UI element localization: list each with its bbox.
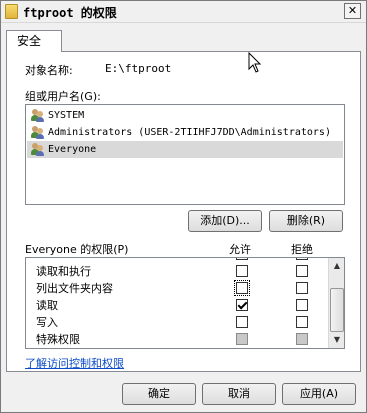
permission-name: 特殊权限 xyxy=(36,333,80,346)
object-name-label: 对象名称: xyxy=(25,64,73,77)
user-name: Everyone xyxy=(48,144,97,155)
allow-checkbox[interactable] xyxy=(234,280,250,296)
apply-button[interactable]: 应用(A) xyxy=(282,383,356,405)
add-button[interactable]: 添加(D)... xyxy=(188,210,262,232)
user-list[interactable]: SYSTEM Administrators (USER-2TIIHFJ7DD\A… xyxy=(25,104,345,205)
permission-row: 写入 xyxy=(26,314,329,331)
allow-checkbox[interactable] xyxy=(236,265,248,277)
object-name-value: E:\ftproot xyxy=(105,62,172,75)
permission-name: 列出文件夹内容 xyxy=(36,282,113,295)
folder-icon xyxy=(5,4,18,19)
allow-checkbox[interactable] xyxy=(236,258,248,260)
deny-checkbox[interactable] xyxy=(296,316,308,328)
allow-checkbox[interactable] xyxy=(236,333,248,345)
deny-checkbox[interactable] xyxy=(296,258,308,260)
group-users-label: 组或用户名(G): xyxy=(25,90,101,103)
ok-button[interactable]: 确定 xyxy=(122,383,196,405)
permission-row: 读取 xyxy=(26,297,329,314)
permission-name: 写入 xyxy=(36,316,58,329)
user-name: SYSTEM xyxy=(48,110,85,121)
close-button[interactable]: ✕ xyxy=(344,3,361,19)
permission-name: 读取和执行 xyxy=(36,265,91,278)
users-icon xyxy=(31,109,45,122)
user-name: Administrators (USER-2TIIHFJ7DD\Administ… xyxy=(48,127,331,138)
deny-checkbox[interactable] xyxy=(296,265,308,277)
deny-column-header: 拒绝 xyxy=(291,243,313,256)
scroll-down-icon[interactable]: ▼ xyxy=(330,333,344,347)
permissions-dialog: ftproot 的权限 ✕ 安全 对象名称: E:\ftproot 组或用户名(… xyxy=(0,0,367,413)
list-item-everyone[interactable]: Everyone xyxy=(27,141,343,158)
cancel-button[interactable]: 取消 xyxy=(202,383,276,405)
permission-name: 读取 xyxy=(36,299,58,312)
users-icon xyxy=(31,143,45,156)
list-item-system[interactable]: SYSTEM xyxy=(27,107,343,124)
tab-security[interactable]: 安全 xyxy=(6,30,62,52)
scroll-up-icon[interactable]: ▲ xyxy=(330,259,344,273)
permission-row: 特殊权限 xyxy=(26,331,329,348)
permissions-list[interactable]: 读取和执行 列出文件夹内容 读取 写入 特殊权限 ▲ ▼ xyxy=(25,257,345,349)
permission-row: 列出文件夹内容 xyxy=(26,280,329,297)
learn-access-control-link[interactable]: 了解访问控制和权限 xyxy=(25,355,124,371)
list-item-administrators[interactable]: Administrators (USER-2TIIHFJ7DD\Administ… xyxy=(27,124,343,141)
allow-checkbox[interactable] xyxy=(236,316,248,328)
deny-checkbox[interactable] xyxy=(296,282,308,294)
permission-row: 读取和执行 xyxy=(26,263,329,280)
allow-checkbox[interactable] xyxy=(236,299,248,311)
users-icon xyxy=(31,126,45,139)
allow-column-header: 允许 xyxy=(229,243,251,256)
window-title: ftproot 的权限 xyxy=(23,6,117,20)
deny-checkbox[interactable] xyxy=(296,333,308,345)
scrollbar-thumb[interactable] xyxy=(330,288,344,332)
permissions-scrollbar[interactable]: ▲ ▼ xyxy=(328,258,344,348)
deny-checkbox[interactable] xyxy=(296,299,308,311)
remove-button[interactable]: 删除(R) xyxy=(269,210,343,232)
permissions-header: Everyone 的权限(P) xyxy=(25,243,129,256)
title-bar[interactable]: ftproot 的权限 ✕ xyxy=(1,1,366,23)
mouse-cursor-icon xyxy=(248,52,262,73)
